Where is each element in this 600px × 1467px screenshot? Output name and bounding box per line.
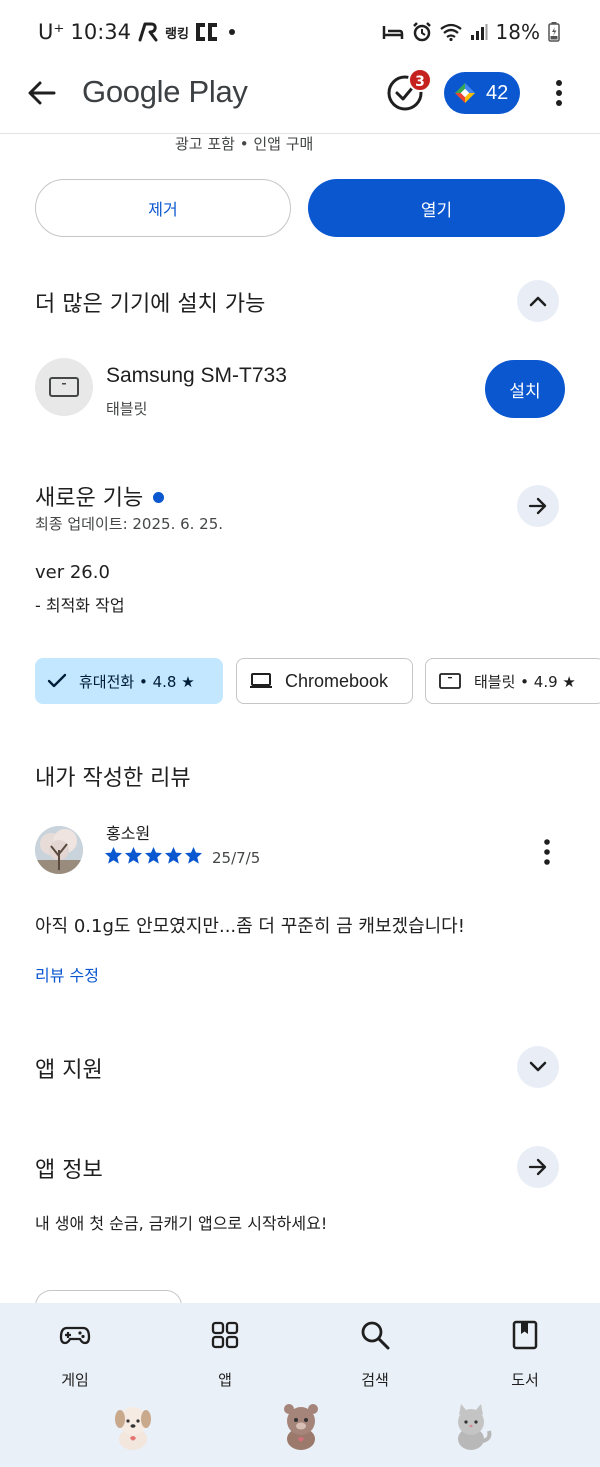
my-review-title: 내가 작성한 리뷰	[35, 766, 191, 791]
apps-grid-icon	[211, 1321, 239, 1349]
nav-books-label: 도서	[511, 1371, 539, 1389]
chevron-up-icon	[529, 296, 547, 307]
nav-apps[interactable]: 앱	[175, 1319, 275, 1390]
cat-sticker-icon	[458, 1404, 492, 1450]
alarm-icon	[412, 22, 431, 42]
app-description: 내 생애 첫 순금, 금캐기 앱으로 시작하세요!	[35, 1214, 328, 1233]
review-date: 25/7/5	[212, 849, 261, 867]
app-info-title: 앱 정보	[35, 1158, 103, 1183]
nav-search[interactable]: 검색	[325, 1319, 425, 1390]
device-type: 태블릿	[106, 400, 148, 418]
whats-new-title: 새로운 기능	[35, 480, 165, 512]
chip-chromebook-label: Chromebook	[285, 670, 389, 691]
status-bar: U⁺ 10:34 랭킹 18%	[0, 0, 600, 62]
status-right: 18%	[382, 20, 560, 44]
status-left: U⁺ 10:34 랭킹	[38, 20, 235, 44]
nav-search-label: 검색	[361, 1371, 389, 1389]
play-points-button[interactable]: 42	[444, 72, 520, 114]
puppy-sticker-icon	[115, 1407, 151, 1450]
last-updated: 최종 업데이트: 2025. 6. 25.	[35, 515, 224, 533]
book-icon	[512, 1320, 538, 1350]
bottom-navigation: 게임 앱 검색 도서	[0, 1303, 600, 1467]
review-text: 아직 0.1g도 안모였지만...좀 더 꾸준히 금 캐보겠습니다!	[35, 916, 465, 937]
version-text: ver 26.0	[35, 562, 110, 583]
google-play-logo: Google Play	[82, 74, 248, 109]
review-star-rating	[104, 846, 203, 865]
device-tablet-avatar	[35, 358, 93, 416]
chip-tablet[interactable]: 태블릿 • 4.9 ★	[425, 658, 600, 704]
clock: 10:34	[70, 20, 131, 44]
more-vert-icon[interactable]	[546, 78, 572, 108]
uninstall-button[interactable]: 제거	[35, 179, 291, 237]
carrier-label: U⁺	[38, 20, 65, 44]
star-icon	[124, 846, 143, 864]
star-icon	[144, 846, 163, 864]
new-indicator-dot	[153, 491, 165, 503]
chip-chromebook[interactable]: Chromebook	[236, 658, 413, 704]
nav-books[interactable]: 도서	[475, 1319, 575, 1390]
play-points-count: 42	[486, 81, 509, 104]
app-info-arrow-button[interactable]	[517, 1146, 559, 1188]
chip-phone-label: 휴대전화 • 4.8 ★	[79, 672, 195, 691]
ads-inapp-note: 광고 포함 • 인앱 구매	[175, 135, 314, 153]
cc-app-icon	[195, 23, 217, 41]
whats-new-arrow-button[interactable]	[517, 485, 559, 527]
back-arrow-icon[interactable]	[24, 75, 60, 111]
laptop-icon	[250, 673, 272, 688]
tablet-icon	[49, 377, 79, 397]
check-icon	[47, 673, 67, 688]
bear-sticker-icon	[284, 1404, 318, 1450]
notification-badge: 3	[408, 68, 432, 92]
nav-games-label: 게임	[61, 1371, 89, 1389]
wifi-icon	[439, 23, 462, 41]
arrow-right-icon	[528, 497, 547, 515]
more-devices-title: 더 많은 기기에 설치 가능	[35, 292, 266, 317]
reviewer-avatar	[35, 826, 83, 874]
expand-support-button[interactable]	[517, 1046, 559, 1088]
battery-percent: 18%	[495, 20, 540, 44]
release-notes: - 최적화 작업	[35, 596, 125, 615]
nav-games[interactable]: 게임	[25, 1319, 125, 1390]
nav-apps-label: 앱	[218, 1371, 232, 1389]
star-icon	[104, 846, 123, 864]
tablet-icon	[439, 673, 461, 689]
gamepad-icon	[59, 1326, 91, 1345]
star-icon	[184, 846, 203, 864]
signal-icon	[470, 24, 488, 40]
ranking-label: 랭킹	[165, 26, 189, 42]
reviewer-name: 홍소원	[106, 824, 151, 843]
device-name: Samsung SM-T733	[106, 364, 287, 387]
edit-review-link[interactable]: 리뷰 수정	[35, 962, 99, 986]
chip-phone[interactable]: 휴대전화 • 4.8 ★	[35, 658, 223, 704]
whats-new-label: 새로운 기능	[35, 486, 144, 511]
sleep-mode-icon	[382, 26, 403, 39]
ranking-app-icon	[138, 22, 158, 42]
open-button[interactable]: 열기	[308, 179, 565, 237]
notification-dot	[228, 29, 235, 35]
review-more-vert-icon[interactable]	[540, 838, 554, 866]
star-icon	[164, 846, 183, 864]
search-icon	[361, 1321, 390, 1350]
play-points-diamond-icon	[455, 83, 475, 103]
battery-icon	[548, 22, 560, 42]
tree-photo-image	[35, 826, 83, 874]
chevron-down-icon	[529, 1061, 547, 1072]
chip-tablet-label: 태블릿 • 4.9 ★	[474, 672, 576, 691]
app-support-title: 앱 지원	[35, 1058, 103, 1083]
collapse-devices-button[interactable]	[517, 280, 559, 322]
arrow-right-icon	[528, 1158, 547, 1176]
install-on-device-button[interactable]: 설치	[485, 360, 565, 418]
